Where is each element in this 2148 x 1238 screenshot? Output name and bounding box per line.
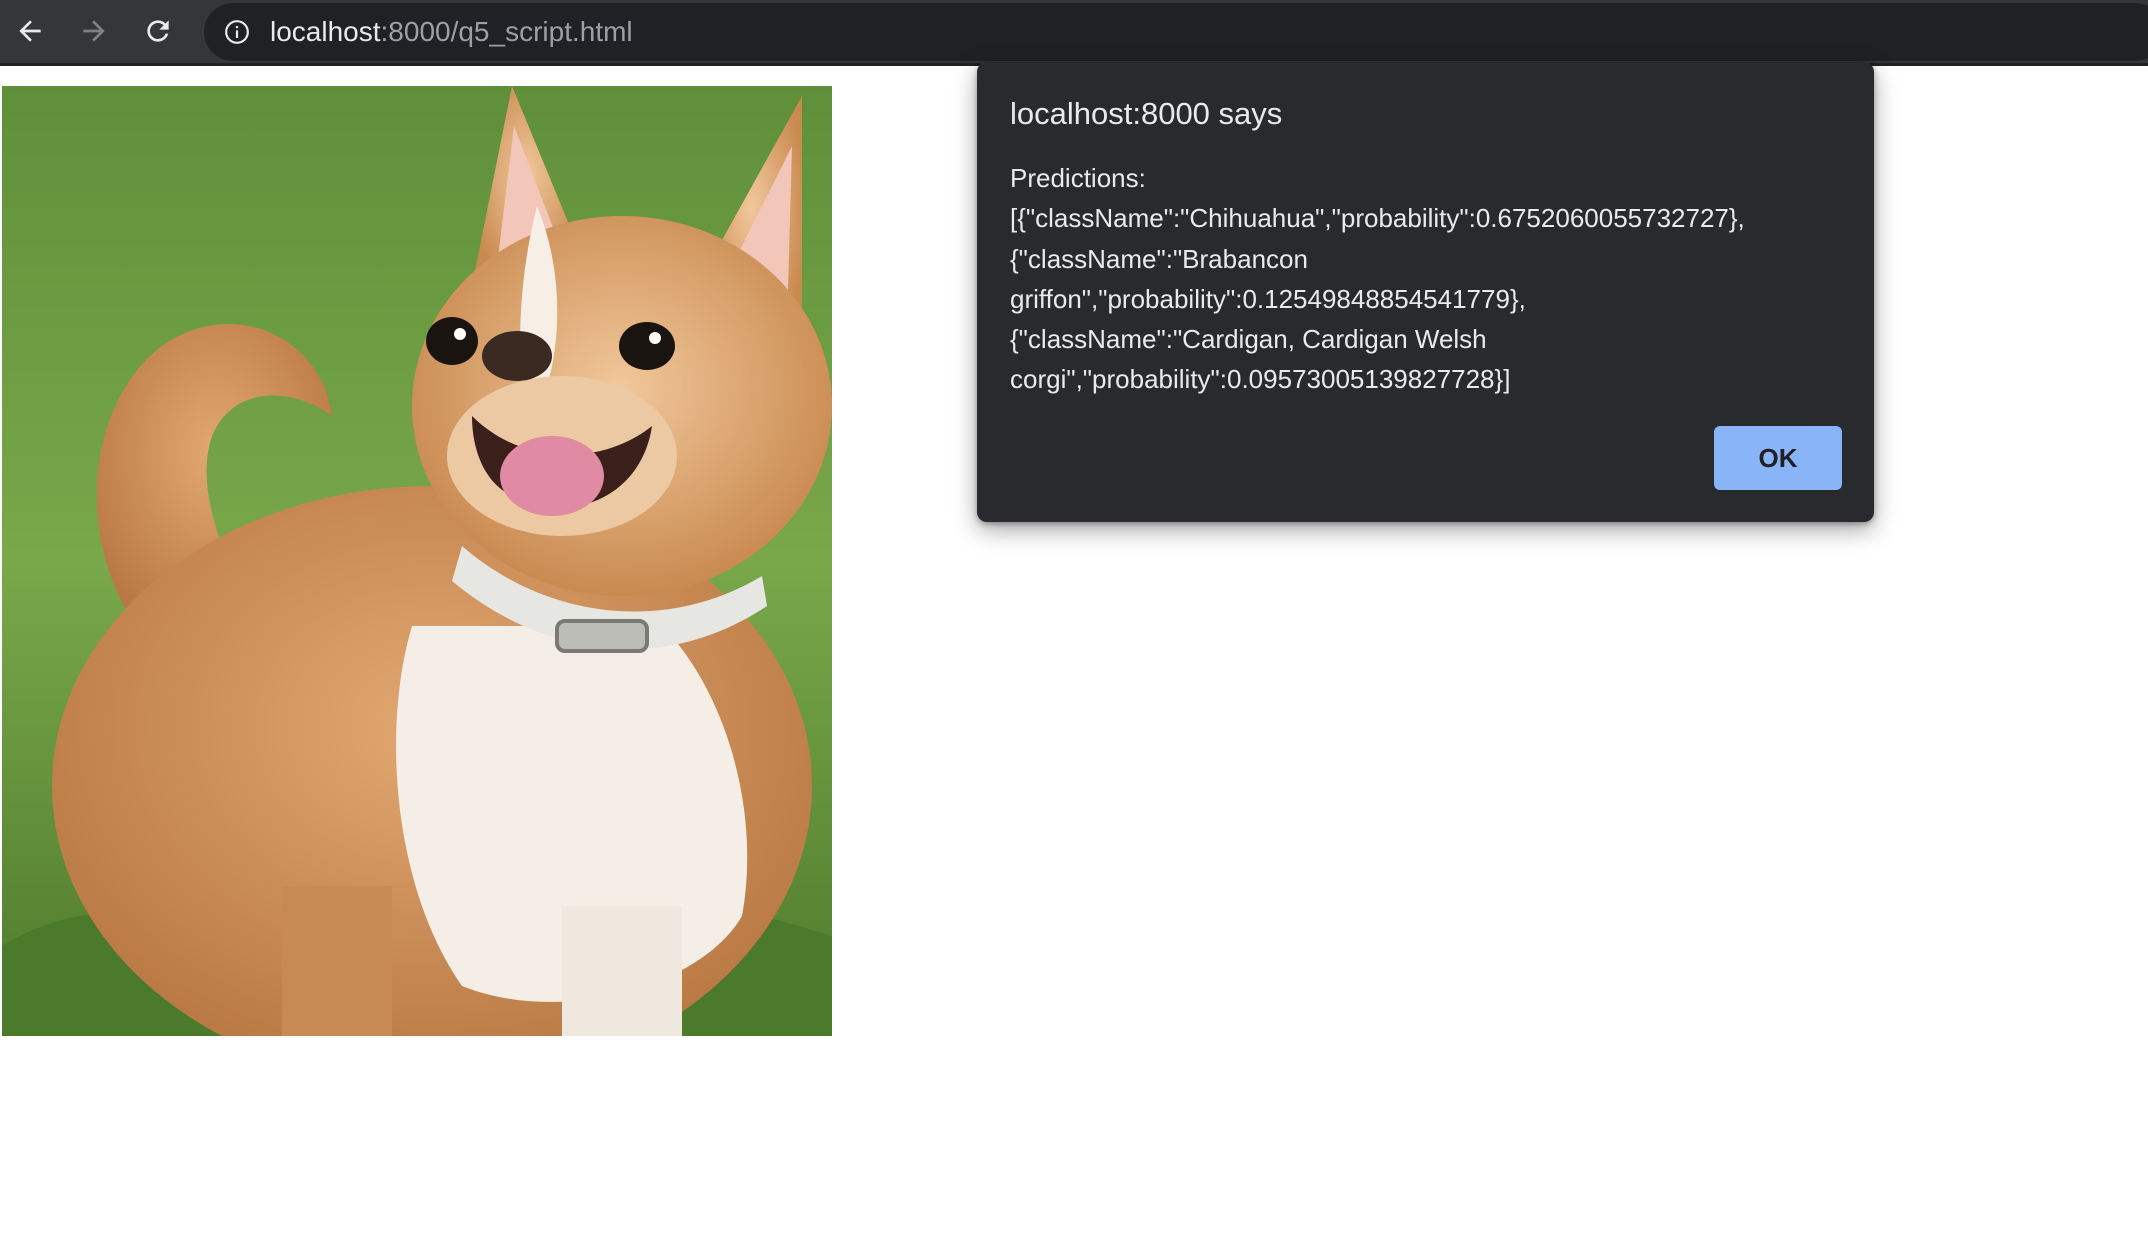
arrow-right-icon: [83, 20, 105, 42]
dialog-title: localhost:8000 says: [1010, 96, 1283, 131]
chihuahua-photo: [2, 86, 832, 1036]
arrow-left-icon: [19, 20, 41, 42]
ok-button[interactable]: OK: [1714, 426, 1842, 490]
url-host: localhost: [270, 16, 381, 47]
reload-button[interactable]: [135, 8, 181, 54]
dialog-message: Predictions: [{"className":"Chihuahua","…: [1010, 163, 1745, 395]
url-text[interactable]: localhost:8000/q5_script.html: [270, 3, 633, 61]
back-button[interactable]: [7, 8, 53, 54]
address-bar[interactable]: localhost:8000/q5_script.html: [204, 3, 2148, 61]
forward-button[interactable]: [71, 8, 117, 54]
browser-toolbar: localhost:8000/q5_script.html: [0, 0, 2148, 66]
alert-dialog: localhost:8000 says Predictions: [{"clas…: [977, 62, 1874, 522]
url-path: :8000/q5_script.html: [380, 16, 633, 47]
info-circle-icon[interactable]: [224, 19, 250, 45]
reload-icon: [147, 20, 169, 42]
